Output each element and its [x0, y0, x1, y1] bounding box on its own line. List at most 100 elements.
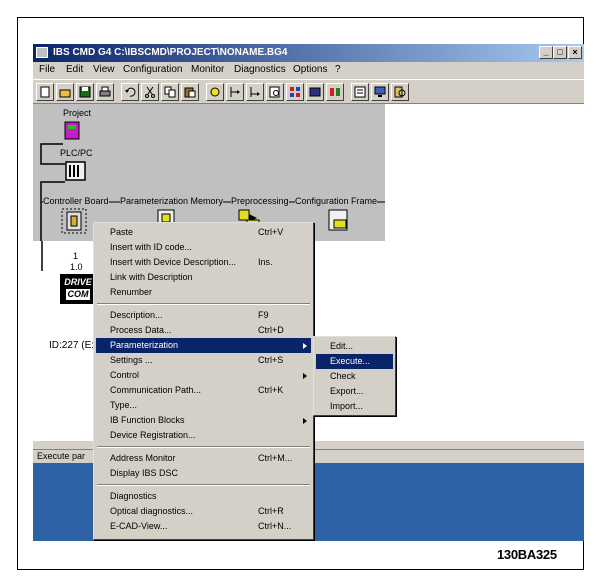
menu-item-parameterization[interactable]: Parameterization: [96, 338, 311, 353]
submenu-item-check[interactable]: Check: [316, 369, 393, 384]
new-icon: [40, 86, 50, 98]
menu-item-insert-id[interactable]: Insert with ID code...: [96, 240, 311, 255]
device-id-label: ID:227 (E:: [49, 340, 95, 351]
menu-view[interactable]: View: [93, 64, 115, 75]
undo-button[interactable]: [121, 83, 139, 101]
stop-icon: [330, 88, 340, 96]
cut-button[interactable]: [141, 83, 159, 101]
menu-separator: [97, 484, 310, 486]
toolbar: [33, 79, 584, 104]
menu-edit[interactable]: Edit: [66, 64, 83, 75]
stop-button[interactable]: [326, 83, 344, 101]
menu-item-control[interactable]: Control: [96, 368, 311, 383]
node-controller-label: Controller Board: [43, 196, 109, 206]
node-preprocessing-label: Preprocessing: [231, 196, 289, 206]
menu-item-ib-function-blocks[interactable]: IB Function Blocks: [96, 413, 311, 428]
paste-button[interactable]: [181, 83, 199, 101]
new-button[interactable]: [36, 83, 54, 101]
maximize-button[interactable]: □: [553, 46, 567, 59]
network-icon: [290, 87, 300, 97]
device-address: 1.0: [70, 262, 83, 272]
submenu-item-edit[interactable]: Edit...: [316, 339, 393, 354]
device-number: 1: [73, 251, 79, 261]
maximize-icon: □: [557, 47, 563, 57]
minimize-button[interactable]: _: [539, 46, 553, 59]
menu-item-ecad-view[interactable]: E-CAD-View... Ctrl+N...: [96, 519, 311, 534]
menu-item-optical-diagnostics[interactable]: Optical diagnostics... Ctrl+R: [96, 504, 311, 519]
undo-icon: [125, 87, 136, 97]
insert-after-icon: [250, 87, 260, 97]
settings-icon: [210, 87, 220, 97]
paste-icon: [184, 87, 196, 98]
menu-help[interactable]: ?: [335, 64, 341, 75]
find-icon: [269, 86, 280, 98]
find-button[interactable]: [266, 83, 284, 101]
menu-separator: [97, 303, 310, 305]
menu-options[interactable]: Options: [293, 64, 327, 75]
figure-id-label: 130BA325: [497, 547, 557, 562]
title-bar: IBS CMD G4 C:\IBSCMD\PROJECT\NONAME.BG4 …: [33, 44, 584, 62]
drive-label: DRIVE: [64, 277, 92, 287]
menu-item-diagnostics[interactable]: Diagnostics: [96, 489, 311, 504]
close-button[interactable]: ×: [568, 46, 582, 59]
device-button[interactable]: [306, 83, 324, 101]
status-text: Execute par: [37, 451, 86, 461]
context-menu: Paste Ctrl+V Insert with ID code... Inser…: [93, 222, 314, 540]
menu-item-paste[interactable]: Paste Ctrl+V: [96, 225, 311, 240]
menu-item-link-description[interactable]: Link with Description: [96, 270, 311, 285]
insert-before-icon: [230, 87, 240, 97]
menu-item-communication-path[interactable]: Communication Path... Ctrl+K: [96, 383, 311, 398]
insert-after-button[interactable]: [246, 83, 264, 101]
submenu-item-export[interactable]: Export...: [316, 384, 393, 399]
cut-icon: [145, 86, 155, 98]
device-icon: [309, 87, 321, 97]
insert-before-button[interactable]: [226, 83, 244, 101]
submenu-item-execute[interactable]: Execute...: [316, 354, 393, 369]
controller-board-icon[interactable]: [61, 208, 87, 234]
network-button[interactable]: [286, 83, 304, 101]
submenu-arrow-icon: [303, 373, 307, 379]
copy-button[interactable]: [161, 83, 179, 101]
monitor-icon: [374, 86, 386, 97]
menu-item-description[interactable]: Description... F9: [96, 308, 311, 323]
submenu-item-import[interactable]: Import...: [316, 399, 393, 414]
parameterization-submenu: Edit... Execute... Check Export... Impor…: [313, 336, 396, 416]
menu-monitor[interactable]: Monitor: [191, 64, 224, 75]
parameter-icon: [354, 86, 366, 98]
parameter-button[interactable]: [351, 83, 369, 101]
print-icon: [99, 86, 111, 97]
open-icon: [59, 89, 71, 98]
menu-item-display-ibs-dsc[interactable]: Display IBS DSC: [96, 466, 311, 481]
copy-icon: [164, 86, 176, 98]
menu-item-device-registration[interactable]: Device Registration...: [96, 428, 311, 443]
print-button[interactable]: [96, 83, 114, 101]
drivecom-device-icon[interactable]: DRIVE COM: [60, 274, 96, 304]
menu-bar: File Edit View Configuration Monitor Dia…: [33, 62, 584, 79]
menu-item-process-data[interactable]: Process Data... Ctrl+D: [96, 323, 311, 338]
menu-diagnostics[interactable]: Diagnostics: [234, 64, 286, 75]
device-connector: [41, 241, 43, 271]
open-button[interactable]: [56, 83, 74, 101]
save-button[interactable]: [76, 83, 94, 101]
menu-item-insert-description[interactable]: Insert with Device Description... Ins.: [96, 255, 311, 270]
monitor-button[interactable]: [371, 83, 389, 101]
menu-configuration[interactable]: Configuration: [123, 64, 182, 75]
diagnostic-button[interactable]: [391, 83, 409, 101]
menu-file[interactable]: File: [39, 64, 55, 75]
diagnostic-icon: [394, 86, 406, 98]
menu-separator: [97, 446, 310, 448]
app-icon: [36, 47, 48, 58]
menu-item-settings[interactable]: Settings ... Ctrl+S: [96, 353, 311, 368]
settings-button[interactable]: [206, 83, 224, 101]
close-icon: ×: [572, 47, 578, 57]
config-frame-icon[interactable]: [327, 208, 351, 232]
com-label: COM: [66, 289, 90, 300]
save-icon: [79, 86, 91, 98]
menu-item-renumber[interactable]: Renumber: [96, 285, 311, 300]
minimize-icon: _: [543, 47, 549, 57]
menu-item-address-monitor[interactable]: Address Monitor Ctrl+M...: [96, 451, 311, 466]
project-tree-panel: Project PLC/PC Controller Board Paramete…: [33, 104, 385, 241]
submenu-arrow-icon: [303, 418, 307, 424]
node-param-memory-label: Parameterization Memory: [120, 196, 224, 206]
menu-item-type[interactable]: Type...: [96, 398, 311, 413]
